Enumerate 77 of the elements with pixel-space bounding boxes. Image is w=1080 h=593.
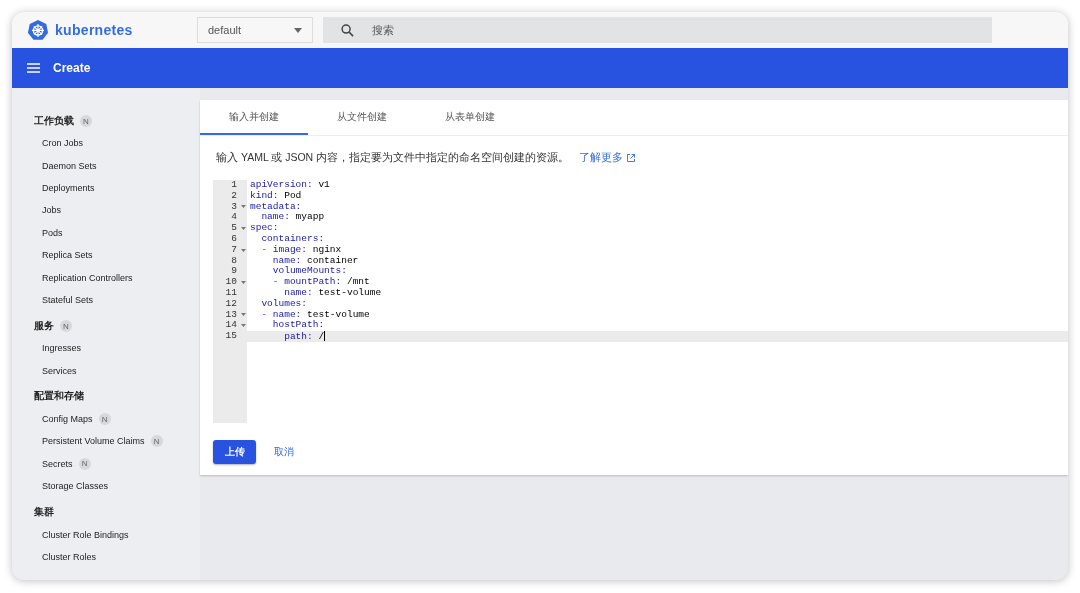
code-line: volumeMounts:: [271, 266, 347, 277]
sidebar-item[interactable]: Config Maps: [42, 414, 93, 425]
fold-arrow-icon[interactable]: [241, 248, 246, 252]
sidebar-item[interactable]: Replication Controllers: [42, 272, 133, 283]
tab[interactable]: 从表单创建: [416, 100, 524, 135]
line-number: 11: [224, 287, 237, 299]
tab[interactable]: 输入并创建: [200, 100, 308, 135]
line-number: 6: [230, 234, 237, 245]
line-number: 1: [230, 180, 237, 191]
helm-wheel-icon: [27, 19, 49, 41]
menu-icon[interactable]: [27, 63, 40, 73]
sidebar-item[interactable]: Replica Sets: [42, 250, 93, 261]
namespaced-badge: N: [78, 457, 91, 470]
code-line: - name: test-volume: [260, 309, 370, 320]
tab[interactable]: 从文件创建: [308, 100, 416, 135]
code-line: - mountPath: /mnt: [271, 277, 370, 288]
line-number: 7: [230, 244, 237, 256]
description-text: 输入 YAML 或 JSON 内容，指定要为文件中指定的命名空间创建的资源。: [216, 151, 570, 165]
search-icon: [341, 24, 354, 37]
line-number: 3: [230, 201, 237, 213]
code-line: metadata:: [250, 201, 302, 213]
line-number: 4: [230, 212, 237, 224]
code-line: - image: nginx: [260, 244, 342, 256]
code-line: kind: Pod: [250, 190, 302, 202]
cancel-button[interactable]: 取消: [262, 441, 306, 463]
sidebar-section-title: 服务: [34, 319, 54, 333]
namespaced-badge: N: [80, 115, 92, 127]
code-line: volumes:: [260, 298, 307, 310]
fold-arrow-icon[interactable]: [241, 324, 246, 328]
line-number: 12: [224, 298, 237, 310]
fold-arrow-icon[interactable]: [241, 281, 246, 285]
page-title: Create: [53, 61, 91, 75]
code-line: name: test-volume: [283, 287, 382, 299]
line-number: 14: [224, 320, 237, 332]
line-number: 10: [224, 277, 237, 288]
sidebar-section-title: 集群: [34, 505, 54, 519]
caret-icon: [294, 27, 302, 33]
line-number: 5: [230, 223, 237, 234]
sidebar-item[interactable]: Services: [42, 365, 77, 376]
code-line: path: /: [283, 331, 326, 342]
external-link-icon: [627, 154, 636, 162]
sidebar-item[interactable]: Pods: [42, 227, 63, 238]
sidebar-item[interactable]: Cluster Role Bindings: [42, 529, 129, 540]
sidebar-item[interactable]: Deployments: [42, 182, 95, 193]
sidebar-item[interactable]: Daemon Sets: [42, 160, 97, 171]
fold-arrow-icon[interactable]: [241, 313, 246, 317]
sidebar-item[interactable]: Cron Jobs: [42, 138, 84, 149]
namespaced-badge: N: [98, 413, 111, 426]
line-number: 9: [230, 266, 237, 278]
line-number: 15: [224, 331, 237, 342]
fold-arrow-icon[interactable]: [241, 205, 246, 209]
code-line: containers:: [260, 234, 325, 245]
sidebar-item[interactable]: Stateful Sets: [42, 294, 94, 305]
sidebar-section-title: 工作负载: [34, 114, 74, 128]
sidebar-item[interactable]: Cluster Roles: [42, 552, 97, 563]
namespace-dropdown[interactable]: default: [197, 17, 313, 43]
code-line: spec:: [250, 223, 279, 234]
namespaced-badge: N: [60, 320, 72, 333]
learn-more-link[interactable]: 了解更多: [579, 151, 624, 165]
namespaced-badge: N: [150, 435, 163, 448]
code-line: apiVersion: v1: [250, 180, 330, 191]
sidebar-item[interactable]: Ingresses: [42, 343, 82, 354]
sidebar-item[interactable]: Secrets: [42, 458, 73, 469]
fold-arrow-icon[interactable]: [241, 227, 246, 231]
code-line: name: myapp: [260, 212, 325, 224]
code-line: name: container: [271, 255, 359, 266]
line-number: 2: [230, 190, 237, 202]
code-line: hostPath:: [271, 320, 325, 332]
upload-button[interactable]: 上传: [213, 440, 256, 464]
logo-text: kubernetes: [55, 22, 133, 38]
sidebar-item[interactable]: Persistent Volume Claims: [42, 436, 145, 447]
line-number: 8: [230, 255, 237, 267]
sidebar-section-title: 配置和存储: [34, 390, 84, 404]
sidebar-item[interactable]: Storage Classes: [42, 481, 109, 492]
sidebar-item[interactable]: Jobs: [42, 205, 61, 216]
search-field[interactable]: 搜索: [323, 17, 992, 43]
line-number: 13: [224, 309, 237, 321]
